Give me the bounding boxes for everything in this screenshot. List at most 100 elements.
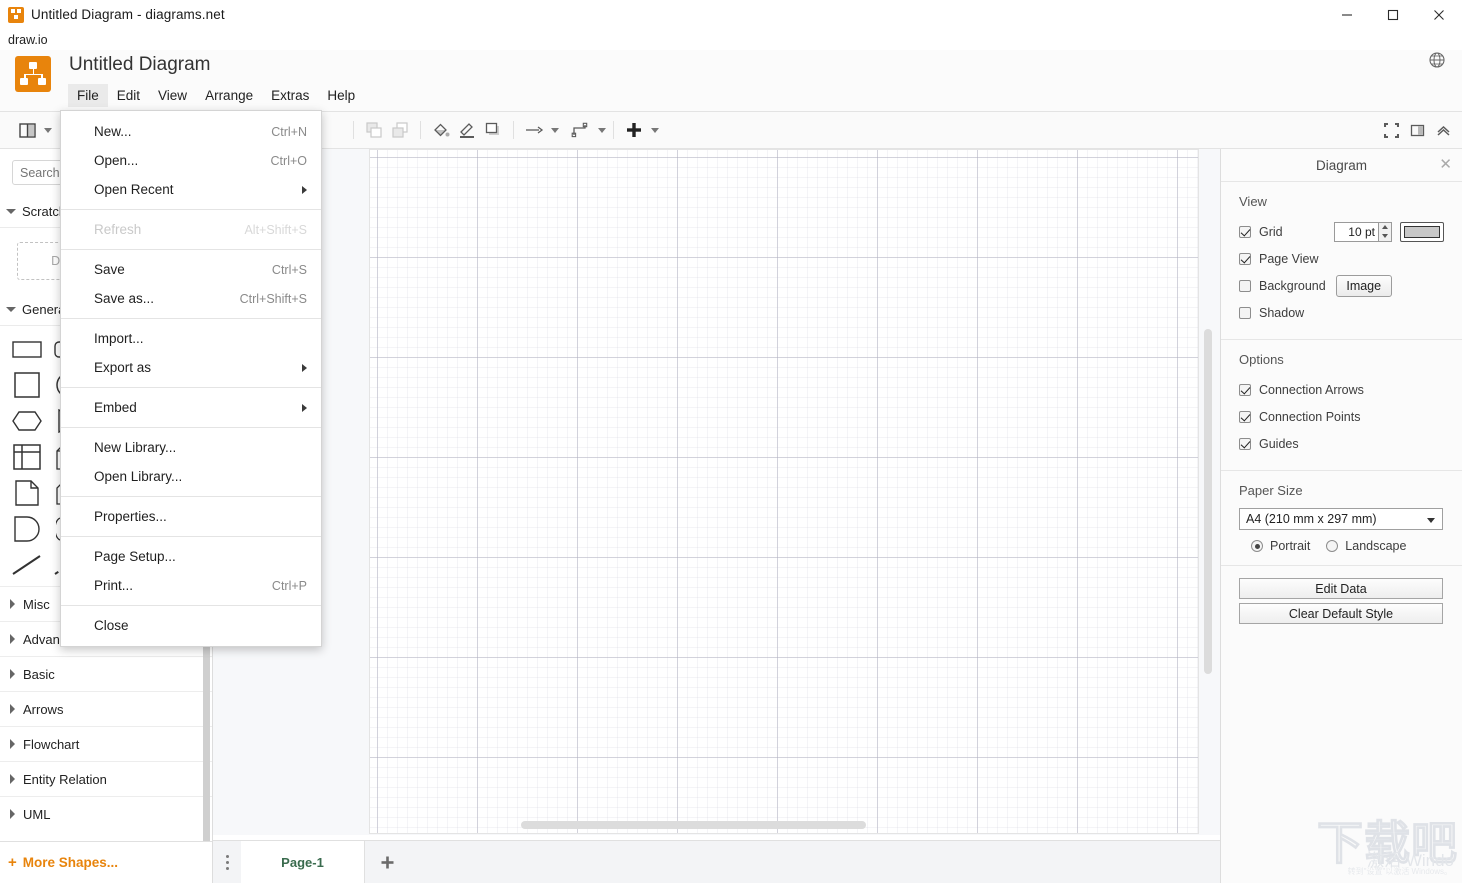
menu-item-save-as[interactable]: Save as... Ctrl+Shift+S (61, 284, 321, 313)
sidebar-item-basic[interactable]: Basic (0, 656, 212, 691)
category-label: UML (23, 806, 51, 822)
page-tab-page-1[interactable]: Page-1 (241, 841, 365, 883)
shape-line[interactable] (8, 550, 46, 580)
portrait-label: Portrait (1270, 539, 1311, 553)
waypoints-icon[interactable] (568, 117, 594, 143)
document-title[interactable]: Untitled Diagram (69, 54, 211, 76)
arrow-style-group[interactable] (521, 117, 559, 143)
menu-item-properties[interactable]: Properties... (61, 502, 321, 531)
stepper-down-icon[interactable] (1382, 234, 1388, 238)
shape-hexagon[interactable] (8, 406, 46, 436)
plus-icon: + (8, 854, 17, 871)
sidebar-scrollbar[interactable] (203, 619, 210, 849)
connection-arrows-row: Connection Arrows (1239, 377, 1444, 402)
shape-internal-storage[interactable] (8, 442, 46, 472)
menu-separator (61, 605, 321, 606)
page-tabs-bar: Page-1 (213, 840, 1220, 883)
chevron-down-icon[interactable] (551, 127, 559, 133)
sidebar-item-uml[interactable]: UML (0, 796, 212, 831)
shadow-icon[interactable] (480, 117, 506, 143)
add-page-button[interactable] (365, 841, 409, 883)
menu-item-close[interactable]: Close (61, 611, 321, 640)
diagram-canvas[interactable] (213, 149, 1220, 835)
shape-note[interactable] (8, 478, 46, 508)
grid-checkbox[interactable] (1239, 225, 1251, 238)
landscape-label: Landscape (1345, 539, 1407, 553)
menu-item-shortcut: Ctrl+P (271, 578, 307, 593)
connection-arrows-checkbox[interactable] (1239, 383, 1251, 396)
sidebar-item-entity-relation[interactable]: Entity Relation (0, 761, 212, 796)
menu-item-open-library[interactable]: Open Library... (61, 462, 321, 491)
fill-color-icon[interactable] (428, 117, 454, 143)
shadow-checkbox[interactable] (1239, 306, 1251, 319)
menu-item-save[interactable]: Save Ctrl+S (61, 255, 321, 284)
menu-item-export-as[interactable]: Export as (61, 353, 321, 382)
guides-row: Guides (1239, 431, 1444, 456)
shape-square[interactable] (8, 370, 46, 400)
more-shapes-button[interactable]: + More Shapes... (0, 841, 212, 883)
background-checkbox[interactable] (1239, 279, 1251, 292)
fullscreen-icon[interactable] (1378, 117, 1404, 143)
menu-item-new[interactable]: New... Ctrl+N (61, 117, 321, 146)
menu-edit[interactable]: Edit (108, 84, 149, 107)
menu-item-import[interactable]: Import... (61, 324, 321, 353)
paper-size-select[interactable]: A4 (210 mm x 297 mm) (1239, 508, 1443, 530)
chevron-down-icon[interactable] (598, 127, 606, 133)
sidebar-item-flowchart[interactable]: Flowchart (0, 726, 212, 761)
clear-default-style-button[interactable]: Clear Default Style (1239, 603, 1443, 624)
menu-item-shortcut: Ctrl+Shift+S (239, 291, 307, 306)
close-icon[interactable] (1416, 0, 1462, 29)
insert-icon[interactable] (621, 117, 647, 143)
panel-title-label: Diagram (1315, 157, 1367, 173)
canvas-page[interactable] (370, 150, 1198, 833)
collapse-toolbar-icon[interactable] (1430, 117, 1456, 143)
menu-item-open-recent[interactable]: Open Recent (61, 175, 321, 204)
file-menu-dropdown[interactable]: New... Ctrl+N Open... Ctrl+O Open Recent… (60, 110, 322, 647)
menu-item-new-library[interactable]: New Library... (61, 433, 321, 462)
sidebar-item-arrows[interactable]: Arrows (0, 691, 212, 726)
menu-arrange[interactable]: Arrange (196, 84, 262, 107)
background-image-button[interactable]: Image (1335, 274, 1392, 297)
canvas-horizontal-scrollbar[interactable] (521, 821, 866, 829)
canvas-vertical-scrollbar[interactable] (1204, 329, 1212, 674)
insert-group[interactable] (621, 117, 659, 143)
maximize-icon[interactable] (1370, 0, 1416, 29)
shape-and[interactable] (8, 514, 46, 544)
menu-item-print[interactable]: Print... Ctrl+P (61, 571, 321, 600)
grid-color-swatch[interactable] (1400, 221, 1444, 242)
guides-checkbox[interactable] (1239, 437, 1251, 450)
menu-help[interactable]: Help (318, 84, 364, 107)
chevron-down-icon[interactable] (651, 127, 659, 133)
globe-icon[interactable] (1428, 51, 1446, 69)
menu-item-page-setup[interactable]: Page Setup... (61, 542, 321, 571)
menu-item-embed[interactable]: Embed (61, 393, 321, 422)
page-menu-icon[interactable] (213, 841, 241, 884)
stepper-up-icon[interactable] (1382, 225, 1388, 229)
shape-rectangle[interactable] (8, 334, 46, 364)
view-toggle-group[interactable] (14, 117, 52, 143)
connection-points-checkbox[interactable] (1239, 410, 1251, 423)
category-label: Arrows (23, 701, 64, 717)
panel-layout-icon[interactable] (14, 117, 40, 143)
menu-file[interactable]: File (68, 84, 108, 107)
page-view-checkbox[interactable] (1239, 252, 1251, 265)
landscape-radio[interactable] (1326, 540, 1339, 552)
minimize-icon[interactable] (1324, 0, 1370, 29)
to-front-icon[interactable] (361, 117, 387, 143)
window-titlebar: Untitled Diagram - diagrams.net (0, 0, 1462, 29)
menu-item-open[interactable]: Open... Ctrl+O (61, 146, 321, 175)
menu-view[interactable]: View (149, 84, 196, 107)
waypoints-group[interactable] (568, 117, 606, 143)
chevron-down-icon[interactable] (44, 127, 52, 133)
edit-data-button[interactable]: Edit Data (1239, 578, 1443, 599)
format-panel-toggle-icon[interactable] (1404, 117, 1430, 143)
close-icon[interactable]: ✕ (1439, 157, 1452, 172)
portrait-radio[interactable] (1251, 540, 1263, 552)
grid-size-stepper[interactable] (1379, 221, 1392, 242)
menubar: File Edit View Arrange Extras Help (68, 84, 364, 107)
to-back-icon[interactable] (387, 117, 413, 143)
line-color-icon[interactable] (454, 117, 480, 143)
grid-size-input[interactable]: 10 pt (1334, 221, 1379, 242)
menu-extras[interactable]: Extras (262, 84, 318, 107)
arrow-style-icon[interactable] (521, 117, 547, 143)
